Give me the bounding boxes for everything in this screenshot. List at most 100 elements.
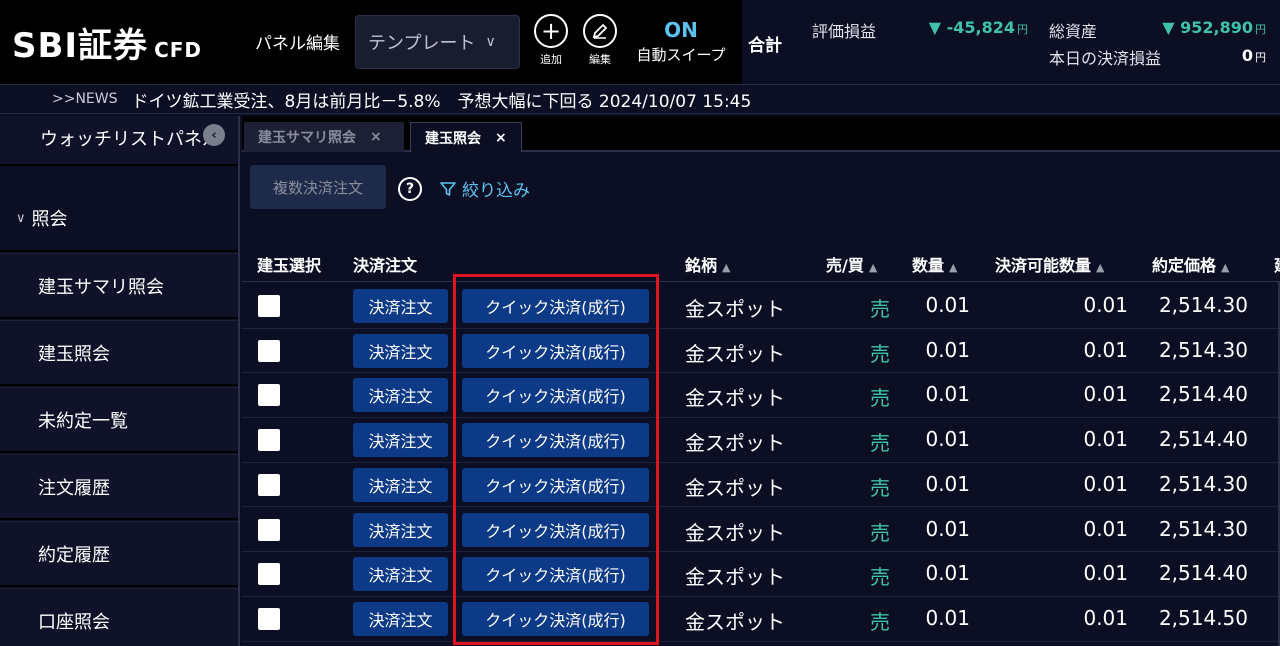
col-side[interactable]: 売/買 ▲︎ <box>826 252 877 276</box>
col-order: 決済注文 <box>353 256 418 275</box>
settle-order-button[interactable]: 決済注文 <box>353 423 448 458</box>
position-checkbox[interactable] <box>258 563 280 586</box>
collapse-sidebar-icon[interactable]: ‹ <box>203 124 225 146</box>
position-checkbox[interactable] <box>258 384 280 407</box>
symbol-cell: 金スポット <box>685 341 785 366</box>
settle-order-button[interactable]: 決済注文 <box>353 378 448 413</box>
settleable-cell: 0.01 <box>1083 605 1128 630</box>
side-cell: 売 <box>870 565 890 590</box>
settle-order-button[interactable]: 決済注文 <box>353 512 448 547</box>
template-select-value: テンプレート <box>368 33 476 54</box>
table-row: 決済注文 クイック決済(成行) 金スポット 売 0.01 0.01 2,514.30 <box>242 284 1280 329</box>
position-checkbox[interactable] <box>258 607 280 630</box>
quick-settle-button[interactable]: クイック決済(成行) <box>462 289 649 323</box>
price-cell: 2,514.40 <box>1158 561 1248 586</box>
position-checkbox[interactable] <box>258 473 280 496</box>
price-cell: 2,514.30 <box>1158 293 1248 317</box>
sidebar: ウォッチリストパネル ‹ ∨ 照会 建玉サマリ照会 建玉照会 未約定一覧 注文履… <box>0 116 240 646</box>
position-checkbox[interactable] <box>258 429 280 452</box>
col-qty[interactable]: 数量 ▲︎ <box>912 252 957 276</box>
tab-position-summary[interactable]: 建玉サマリ照会 × <box>244 122 404 152</box>
table-row: 決済注文 クイック決済(成行) 金スポット 売 0.01 0.01 2,514.40 <box>242 418 1280 463</box>
today-settle-label: 本日の決済損益 <box>1049 49 1162 68</box>
sidebar-item-open-orders[interactable]: 未約定一覧 <box>0 387 238 453</box>
qty-cell: 0.01 <box>925 561 970 586</box>
settle-order-button[interactable]: 決済注文 <box>353 557 448 592</box>
table-row: 決済注文 クイック決済(成行) 金スポット 売 0.01 0.01 2,514.40 <box>242 373 1280 419</box>
symbol-cell: 金スポット <box>685 297 785 321</box>
symbol-cell: 金スポット <box>685 609 785 634</box>
position-checkbox[interactable] <box>258 295 280 317</box>
symbol-cell: 金スポット <box>685 475 785 500</box>
tab-positions[interactable]: 建玉照会 × <box>410 122 522 152</box>
side-cell: 売 <box>870 609 890 634</box>
sidebar-item-execution-history[interactable]: 約定履歴 <box>0 521 238 587</box>
main-panel: 建玉サマリ照会 × 建玉照会 × 複数決済注文 ? 絞り込み 建玉選択 決済注文… <box>242 116 1280 646</box>
close-icon[interactable]: × <box>495 130 507 146</box>
sidebar-section-inquiry[interactable]: ∨ 照会 <box>0 186 238 252</box>
chevron-down-icon: ∨ <box>16 210 26 226</box>
table-row: 決済注文 クイック決済(成行) 金スポット 売 0.01 0.01 2,514.40 <box>242 552 1280 597</box>
news-headline[interactable]: ドイツ鉱工業受注、8月は前月比－5.8% 予想大幅に下回る 2024/10/07… <box>132 87 752 112</box>
filter-label: 絞り込み <box>462 181 530 201</box>
price-cell: 2,514.40 <box>1158 427 1248 452</box>
sidebar-item-watchlist[interactable]: ウォッチリストパネル <box>0 116 238 166</box>
col-symbol[interactable]: 銘柄 ▲︎ <box>685 252 730 276</box>
position-checkbox[interactable] <box>258 339 280 362</box>
close-icon[interactable]: × <box>370 129 382 145</box>
side-cell: 売 <box>870 297 890 321</box>
qty-cell: 0.01 <box>925 293 970 317</box>
quick-settle-button[interactable]: クイック決済(成行) <box>462 378 649 413</box>
tab-bar: 建玉サマリ照会 × 建玉照会 × <box>242 116 1280 152</box>
quick-settle-button[interactable]: クイック決済(成行) <box>462 467 649 502</box>
sort-icon: ▲︎ <box>722 261 731 274</box>
symbol-cell: 金スポット <box>685 431 785 456</box>
filter-button[interactable]: 絞り込み <box>440 176 530 201</box>
sidebar-item-positions[interactable]: 建玉照会 <box>0 320 238 386</box>
auto-sweep-toggle[interactable]: ON 自動スイープ <box>630 18 732 65</box>
sidebar-item-label: ウォッチリストパネル <box>40 129 220 150</box>
settle-order-button[interactable]: 決済注文 <box>353 333 448 368</box>
settle-order-button[interactable]: 決済注文 <box>353 467 448 502</box>
template-select[interactable]: テンプレート ∨ <box>355 15 520 69</box>
side-cell: 売 <box>870 431 890 456</box>
price-cell: 2,514.40 <box>1158 382 1248 407</box>
col-settleable[interactable]: 決済可能数量 ▲︎ <box>995 252 1104 276</box>
news-ticker[interactable]: >>NEWS ドイツ鉱工業受注、8月は前月比－5.8% 予想大幅に下回る 202… <box>0 84 1280 114</box>
position-checkbox[interactable] <box>258 518 280 541</box>
today-settle-value: 0円 <box>1241 46 1266 65</box>
sidebar-item-order-history[interactable]: 注文履歴 <box>0 454 238 520</box>
settle-order-button[interactable]: 決済注文 <box>353 289 448 323</box>
sort-icon: ▲︎ <box>868 261 878 274</box>
multi-settle-button[interactable]: 複数決済注文 <box>250 165 386 209</box>
settle-order-button[interactable]: 決済注文 <box>353 601 448 636</box>
side-cell: 売 <box>870 520 890 545</box>
edit-button[interactable]: 編集 <box>580 14 620 67</box>
quick-settle-button[interactable]: クイック決済(成行) <box>462 512 649 547</box>
quick-settle-button[interactable]: クイック決済(成行) <box>462 423 649 458</box>
settleable-cell: 0.01 <box>1083 427 1128 452</box>
settleable-cell: 0.01 <box>1083 293 1128 317</box>
add-label: 追加 <box>540 53 562 66</box>
quick-settle-button[interactable]: クイック決済(成行) <box>462 601 649 636</box>
app-header: SBI証券 CFD パネル編集 テンプレート ∨ + 追加 編集 ON 自動スイー… <box>0 0 1280 84</box>
side-cell: 売 <box>870 341 890 366</box>
qty-cell: 0.01 <box>925 382 970 407</box>
filter-icon <box>440 181 456 196</box>
col-extra: 建 <box>1274 252 1280 276</box>
price-cell: 2,514.30 <box>1158 471 1248 496</box>
qty-cell: 0.01 <box>925 471 970 496</box>
logo-sub: CFD <box>154 38 203 62</box>
logo: SBI証券 CFD <box>12 18 202 67</box>
quick-settle-button[interactable]: クイック決済(成行) <box>462 557 649 592</box>
sidebar-item-position-summary[interactable]: 建玉サマリ照会 <box>0 253 238 319</box>
quick-settle-button[interactable]: クイック決済(成行) <box>462 333 649 368</box>
col-price[interactable]: 約定価格 ▲︎ <box>1152 252 1229 276</box>
sidebar-section-label: 照会 <box>31 209 68 230</box>
price-cell: 2,514.30 <box>1158 337 1248 362</box>
help-icon[interactable]: ? <box>398 177 422 201</box>
add-button[interactable]: + 追加 <box>531 14 571 67</box>
settleable-cell: 0.01 <box>1083 382 1128 407</box>
table-row: 決済注文 クイック決済(成行) 金スポット 売 0.01 0.01 2,514.50 <box>242 597 1280 642</box>
sidebar-item-account[interactable]: 口座照会 <box>0 588 238 646</box>
